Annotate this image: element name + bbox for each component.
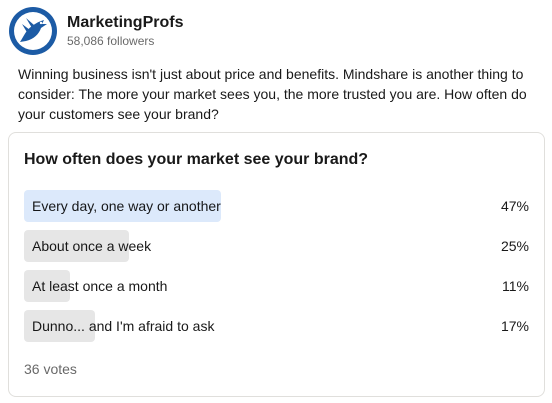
- poll-option-label: Every day, one way or another: [32, 198, 221, 214]
- poll-option[interactable]: Dunno... and I'm afraid to ask 17%: [24, 310, 529, 342]
- avatar[interactable]: [9, 7, 57, 55]
- post-header: MarketingProfs 58,086 followers: [9, 7, 183, 55]
- post-text: Winning business isn't just about price …: [18, 66, 527, 122]
- bird-logo-icon: [14, 12, 52, 50]
- poll-post: MarketingProfs 58,086 followers Winning …: [0, 0, 552, 403]
- poll-option-label: Dunno... and I'm afraid to ask: [32, 318, 215, 334]
- poll-option-label: About once a week: [32, 238, 152, 254]
- poll-option[interactable]: Every day, one way or another 47%: [24, 190, 529, 222]
- follower-count: 58,086 followers: [67, 34, 155, 48]
- poll-option-percent: 17%: [500, 318, 529, 334]
- poll-option[interactable]: At least once a month 11%: [24, 270, 529, 302]
- poll-option-percent: 47%: [500, 198, 529, 214]
- poll-option[interactable]: About once a week 25%: [24, 230, 529, 262]
- poll-option-label: At least once a month: [32, 278, 168, 294]
- poll-card: How often does your market see your bran…: [8, 132, 545, 397]
- author-info: MarketingProfs 58,086 followers: [67, 13, 183, 49]
- poll-option-percent: 11%: [502, 278, 529, 294]
- poll-option-percent: 25%: [500, 238, 529, 254]
- poll-question: How often does your market see your bran…: [24, 151, 369, 168]
- vote-count[interactable]: 36 votes: [24, 359, 77, 379]
- author-name[interactable]: MarketingProfs: [67, 13, 183, 33]
